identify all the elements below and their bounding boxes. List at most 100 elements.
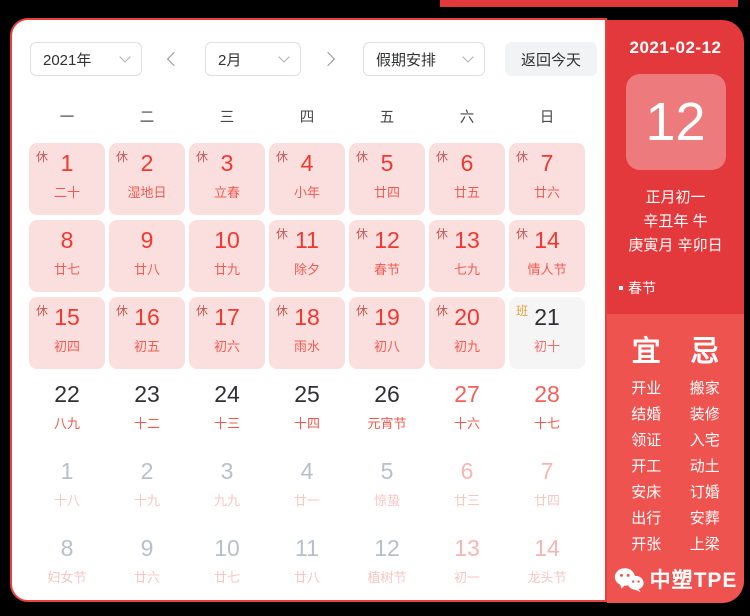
lunar-year: 辛丑年 牛 (607, 210, 744, 234)
day-cell[interactable]: 休4小年 (269, 143, 345, 215)
day-cell[interactable]: 10廿七 (189, 528, 265, 600)
lunar-label: 初十 (534, 336, 560, 355)
prev-month-icon[interactable] (167, 52, 181, 66)
day-cell[interactable]: 休12春节 (349, 220, 425, 292)
day-cell[interactable]: 23十二 (109, 374, 185, 446)
day-cell[interactable]: 休11除夕 (269, 220, 345, 292)
day-number: 27 (454, 381, 480, 407)
day-cell[interactable]: 休5廿四 (349, 143, 425, 215)
day-number: 8 (61, 535, 74, 561)
day-cell[interactable]: 休14情人节 (509, 220, 585, 292)
day-cell[interactable]: 休20初九 (429, 297, 505, 369)
day-cell[interactable]: 11廿八 (269, 528, 345, 600)
day-cell[interactable]: 27 十六 (429, 374, 505, 446)
day-cell[interactable]: 24十三 (189, 374, 265, 446)
day-number-box: 12 (626, 74, 726, 170)
day-cell[interactable]: 8 妇女节 (29, 528, 105, 600)
lunar-label: 廿八 (294, 567, 320, 586)
day-cell[interactable]: 22八九 (29, 374, 105, 446)
lunar-label: 初一 (454, 567, 480, 586)
day-cell[interactable]: 休13七九 (429, 220, 505, 292)
chevron-down-icon (278, 51, 289, 62)
lunar-label: 廿九 (214, 259, 240, 278)
rest-badge: 休 (356, 225, 368, 242)
day-cell[interactable]: 休6廿五 (429, 143, 505, 215)
day-cell[interactable]: 休15初四 (29, 297, 105, 369)
day-cell[interactable]: 26元宵节 (349, 374, 425, 446)
festival-label: 春节 (628, 278, 656, 298)
rest-badge: 休 (116, 148, 128, 165)
lunar-label: 雨水 (294, 336, 320, 355)
rest-badge: 休 (436, 148, 448, 165)
day-cell[interactable]: 休1二十 (29, 143, 105, 215)
lunar-label: 初八 (374, 336, 400, 355)
day-cell[interactable]: 1十八 (29, 451, 105, 523)
lunar-label: 妇女节 (47, 567, 86, 586)
lunar-label: 廿七 (214, 567, 240, 586)
rest-badge: 休 (196, 302, 208, 319)
day-cell[interactable]: 7廿四 (509, 451, 585, 523)
day-number: 3 (221, 458, 234, 484)
weekday-header: 六 (429, 106, 505, 127)
day-cell[interactable]: 休18雨水 (269, 297, 345, 369)
year-select[interactable]: 2021年 (30, 42, 142, 76)
day-cell[interactable]: 休16初五 (109, 297, 185, 369)
day-cell[interactable]: 9廿八 (109, 220, 185, 292)
lunar-label: 小年 (294, 182, 320, 201)
day-number: 14 (534, 535, 560, 561)
day-cell[interactable]: 10廿九 (189, 220, 265, 292)
day-cell[interactable]: 25十四 (269, 374, 345, 446)
day-cell[interactable]: 班21初十 (509, 297, 585, 369)
lunar-label: 二十 (54, 182, 80, 201)
day-cell[interactable]: 28十七 (509, 374, 585, 446)
day-cell[interactable]: 4廿一 (269, 451, 345, 523)
day-number: 1 (61, 150, 74, 176)
day-cell[interactable]: 14龙头节 (509, 528, 585, 600)
day-cell[interactable]: 休3立春 (189, 143, 265, 215)
day-cell[interactable]: 休19初八 (349, 297, 425, 369)
lunar-label: 初六 (214, 336, 240, 355)
day-cell[interactable]: 3九九 (189, 451, 265, 523)
day-cell[interactable]: 6廿三 (429, 451, 505, 523)
day-cell[interactable]: 9廿六 (109, 528, 185, 600)
calendar-grid: 休1二十休2湿地日休3立春休4小年休5廿四休6廿五休7廿六8廿七9廿八10廿九休… (29, 143, 605, 600)
day-number: 22 (54, 381, 80, 407)
calendar-widget: 2021年 2月 假期安排 返回今天 一二三四五六日 休1二十休2湿地日休3立春… (10, 18, 744, 603)
day-cell[interactable]: 2十九 (109, 451, 185, 523)
lunar-label: 湿地日 (127, 182, 166, 201)
holiday-select[interactable]: 假期安排 (363, 42, 485, 76)
lunar-label: 十二 (134, 413, 160, 432)
lunar-label: 廿四 (534, 490, 560, 509)
lunar-label: 十六 (454, 413, 480, 432)
day-number: 18 (294, 304, 320, 330)
ji-item: 动土 (676, 454, 735, 480)
month-select[interactable]: 2月 (205, 42, 301, 76)
lunar-label: 春节 (374, 259, 400, 278)
day-number: 25 (294, 381, 320, 407)
day-cell[interactable]: 12植树节 (349, 528, 425, 600)
day-number: 5 (381, 150, 394, 176)
lunar-month-day: 庚寅月 辛卯日 (607, 234, 744, 258)
yi-item: 结婚 (617, 402, 676, 428)
day-cell[interactable]: 8廿七 (29, 220, 105, 292)
next-month-icon[interactable] (321, 52, 335, 66)
lunar-label: 情人节 (527, 259, 566, 278)
toolbar: 2021年 2月 假期安排 返回今天 (12, 42, 605, 76)
lunar-label: 植树节 (367, 567, 406, 586)
back-to-today-button[interactable]: 返回今天 (505, 42, 597, 76)
day-number: 6 (461, 150, 474, 176)
weekday-header: 日 (509, 106, 585, 127)
festival-row: 春节 (619, 278, 744, 298)
lunar-label: 廿六 (534, 182, 560, 201)
year-select-value: 2021年 (43, 49, 91, 70)
day-cell[interactable]: 13初一 (429, 528, 505, 600)
rest-badge: 休 (116, 302, 128, 319)
day-cell[interactable]: 休2湿地日 (109, 143, 185, 215)
ji-item: 装修 (676, 402, 735, 428)
day-cell[interactable]: 休7廿六 (509, 143, 585, 215)
lunar-label: 廿八 (134, 259, 160, 278)
day-number: 4 (301, 458, 314, 484)
rest-badge: 休 (436, 225, 448, 242)
day-cell[interactable]: 5惊蛰 (349, 451, 425, 523)
day-cell[interactable]: 休17初六 (189, 297, 265, 369)
